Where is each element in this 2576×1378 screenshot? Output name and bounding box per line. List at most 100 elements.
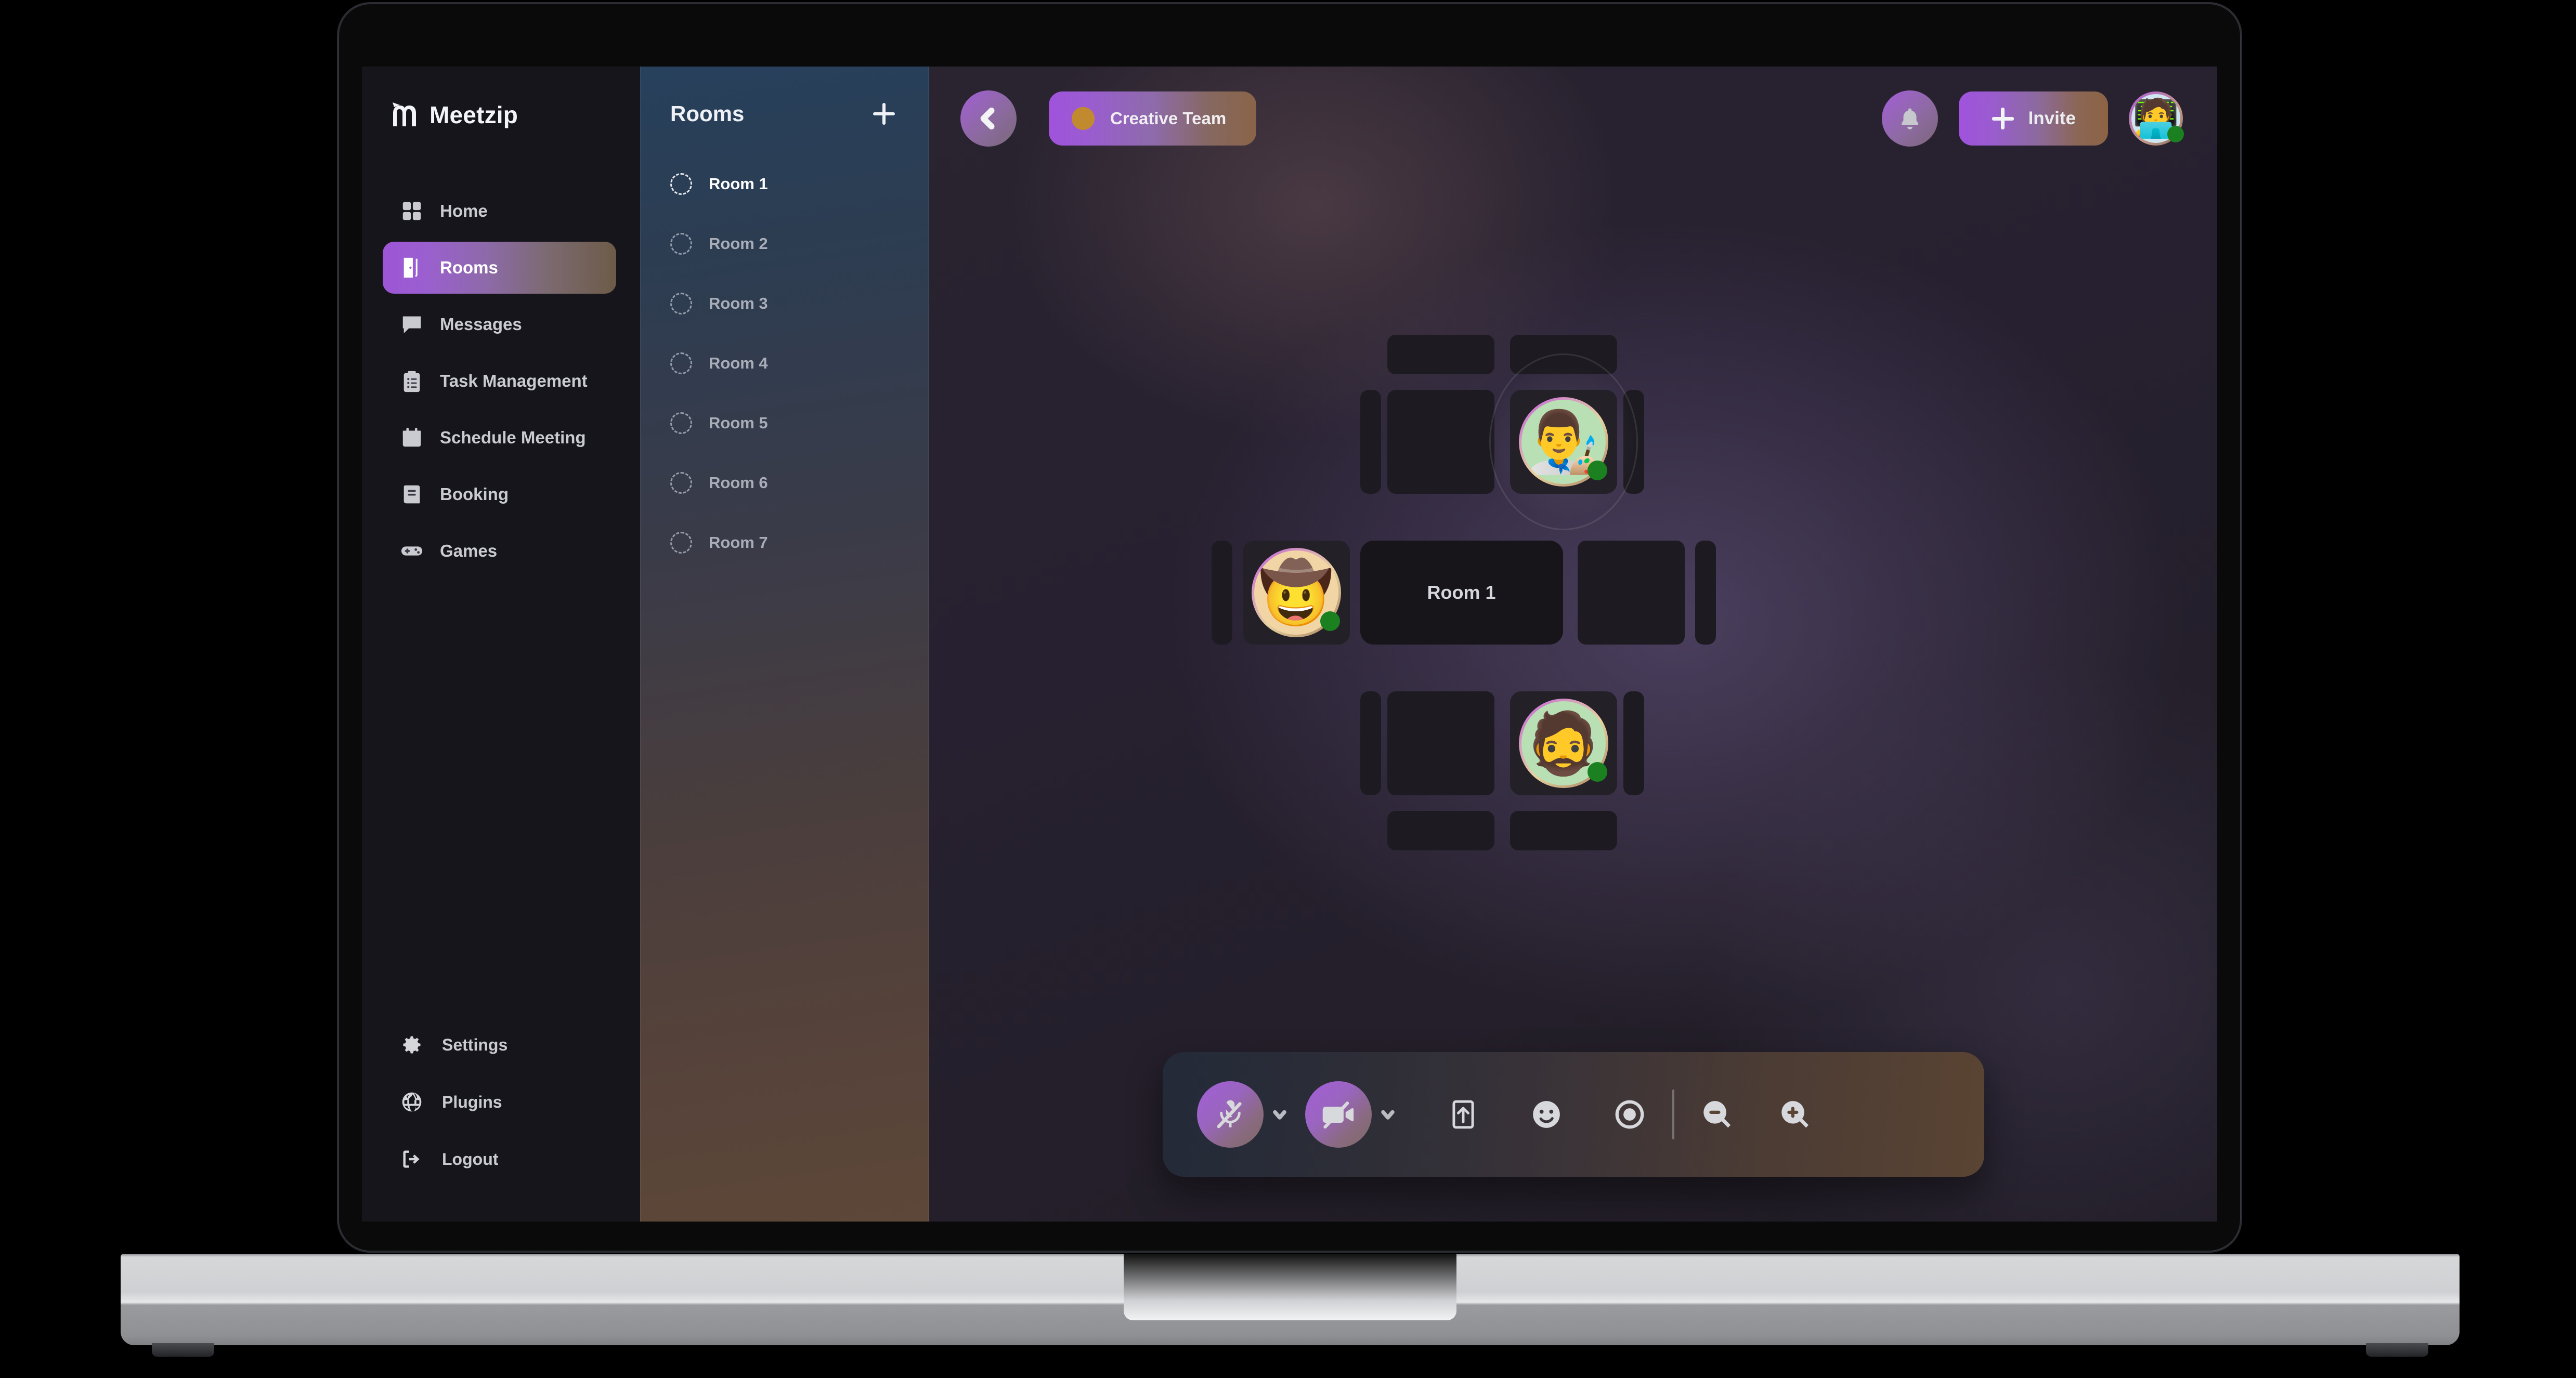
status-badge: [1320, 611, 1340, 631]
logout-icon: [399, 1147, 424, 1172]
zoom-in-icon: [1781, 1101, 1809, 1128]
clipboard-list-icon: [399, 369, 424, 393]
sidebar-item-settings[interactable]: Settings: [383, 1023, 616, 1067]
room-grid-wrap: 👨‍🎨 🤠 Room 1: [929, 67, 2217, 1222]
sidebar-item-rooms[interactable]: Rooms: [383, 242, 616, 294]
zoom-out-button[interactable]: [1687, 1084, 1747, 1145]
app-brand-name: Meetzip: [430, 101, 518, 128]
laptop-foot: [152, 1343, 214, 1357]
meetzip-m-logo-icon: [391, 101, 418, 128]
sidebar-item-label: Plugins: [442, 1092, 502, 1111]
camera-off-button[interactable]: [1305, 1081, 1372, 1148]
microphone-muted-button[interactable]: [1196, 1081, 1264, 1148]
room-label: Room 5: [709, 413, 768, 432]
gear-icon: [399, 1032, 424, 1057]
sidebar-item-label: Settings: [442, 1035, 508, 1054]
room-list-item[interactable]: Room 5: [670, 393, 899, 453]
avatar: 🧔: [1518, 699, 1608, 788]
room-label: Room 7: [709, 533, 768, 552]
grid-tile: [1577, 541, 1685, 645]
chevron-down-icon: [1381, 1110, 1395, 1120]
grid-tile: [1387, 390, 1494, 494]
status-badge: [1587, 762, 1607, 782]
invite-button[interactable]: Invite: [1958, 91, 2108, 146]
avatar: 👨‍🎨: [1518, 397, 1608, 487]
room-list-item[interactable]: Room 4: [670, 333, 899, 393]
chevron-left-icon: [980, 107, 995, 130]
record-button[interactable]: [1599, 1084, 1660, 1145]
invite-button-label: Invite: [2028, 108, 2076, 128]
top-bar: Creative Team Invite 🧑‍💻: [929, 67, 2217, 170]
sidebar-item-plugins[interactable]: Plugins: [383, 1080, 616, 1124]
grid-tile: [1387, 691, 1494, 795]
door-icon: [399, 255, 424, 280]
share-screen-button[interactable]: [1433, 1084, 1493, 1145]
team-chip[interactable]: Creative Team: [1049, 91, 1257, 146]
grid-tile: [1211, 541, 1232, 645]
rooms-panel: Rooms Room 1 Room 2 Room 3 Room 4 Room 5…: [640, 67, 929, 1222]
smiley-icon: [1532, 1101, 1560, 1128]
room-list-item[interactable]: Room 7: [670, 513, 899, 572]
sidebar-item-schedule-meeting[interactable]: Schedule Meeting: [383, 412, 616, 464]
laptop-screen: Meetzip Home Rooms Messages Task Managem…: [362, 67, 2217, 1222]
sidebar-bottom-nav: Settings Plugins Logout: [362, 1023, 640, 1222]
meeting-control-bar: [1162, 1052, 1984, 1177]
sidebar-item-task-management[interactable]: Task Management: [383, 355, 616, 407]
participant-seat-bottom[interactable]: 🧔: [1510, 691, 1617, 795]
chat-bubble-icon: [399, 312, 424, 337]
laptop-foot: [2366, 1343, 2428, 1357]
zoom-in-button[interactable]: [1765, 1084, 1825, 1145]
gamepad-icon: [399, 539, 424, 563]
room-list-item[interactable]: Room 2: [670, 214, 899, 273]
sidebar-item-booking[interactable]: Booking: [383, 468, 616, 520]
chevron-down-icon: [1272, 1110, 1286, 1120]
room-status-dot-icon: [670, 232, 692, 255]
back-button[interactable]: [960, 90, 1017, 147]
participant-seat-top[interactable]: 👨‍🎨: [1510, 390, 1617, 494]
sidebar-item-logout[interactable]: Logout: [383, 1137, 616, 1181]
room-label: Room 6: [709, 473, 768, 492]
notifications-button[interactable]: [1881, 90, 1938, 147]
sidebar-item-home[interactable]: Home: [383, 185, 616, 237]
room-status-dot-icon: [670, 292, 692, 314]
calendar-icon: [399, 425, 424, 450]
rooms-list: Room 1 Room 2 Room 3 Room 4 Room 5 Room …: [670, 154, 899, 572]
sidebar-item-games[interactable]: Games: [383, 525, 616, 577]
grid-icon: [399, 199, 424, 224]
avatar[interactable]: 🧑‍💻: [2129, 91, 2184, 146]
room-label: Room 1: [709, 174, 768, 193]
room-status-dot-icon: [670, 471, 692, 494]
screenshot-root: Meetzip Home Rooms Messages Task Managem…: [0, 0, 2576, 1378]
participant-seat-left[interactable]: 🤠: [1242, 541, 1350, 645]
team-color-dot-icon: [1072, 107, 1095, 130]
mic-device-dropdown[interactable]: [1264, 1105, 1296, 1124]
share-screen-icon: [1452, 1100, 1474, 1129]
camera-device-dropdown[interactable]: [1372, 1105, 1404, 1124]
room-list-item[interactable]: Room 1: [670, 154, 899, 214]
grid-tile: [1695, 541, 1716, 645]
plus-icon: [1991, 107, 2015, 130]
sidebar-nav: Home Rooms Messages Task Management Sche…: [362, 185, 640, 577]
sidebar-item-label: Messages: [440, 314, 522, 334]
sidebar-item-label: Home: [440, 201, 488, 220]
room-label: Room 4: [709, 353, 768, 372]
emoji-reaction-button[interactable]: [1516, 1084, 1577, 1145]
sidebar-item-label: Task Management: [440, 371, 588, 390]
add-room-button[interactable]: [869, 99, 899, 129]
sidebar-item-messages[interactable]: Messages: [383, 298, 616, 350]
grid-tile: [1510, 811, 1617, 850]
status-badge: [1587, 461, 1607, 480]
center-room-tile: Room 1: [1360, 541, 1563, 645]
room-status-dot-icon: [670, 173, 692, 195]
status-badge: [2167, 126, 2184, 142]
sidebar-item-label: Games: [440, 541, 498, 560]
room-list-item[interactable]: Room 6: [670, 453, 899, 513]
sidebar-item-label: Schedule Meeting: [440, 428, 586, 447]
room-label: Room 3: [709, 294, 768, 312]
room-list-item[interactable]: Room 3: [670, 273, 899, 333]
control-bar-divider: [1672, 1090, 1674, 1139]
room-status-dot-icon: [670, 531, 692, 554]
sidebar-item-label: Rooms: [440, 258, 498, 277]
laptop-hinge-notch: [1124, 1254, 1456, 1320]
grid-tile: [1360, 390, 1381, 494]
